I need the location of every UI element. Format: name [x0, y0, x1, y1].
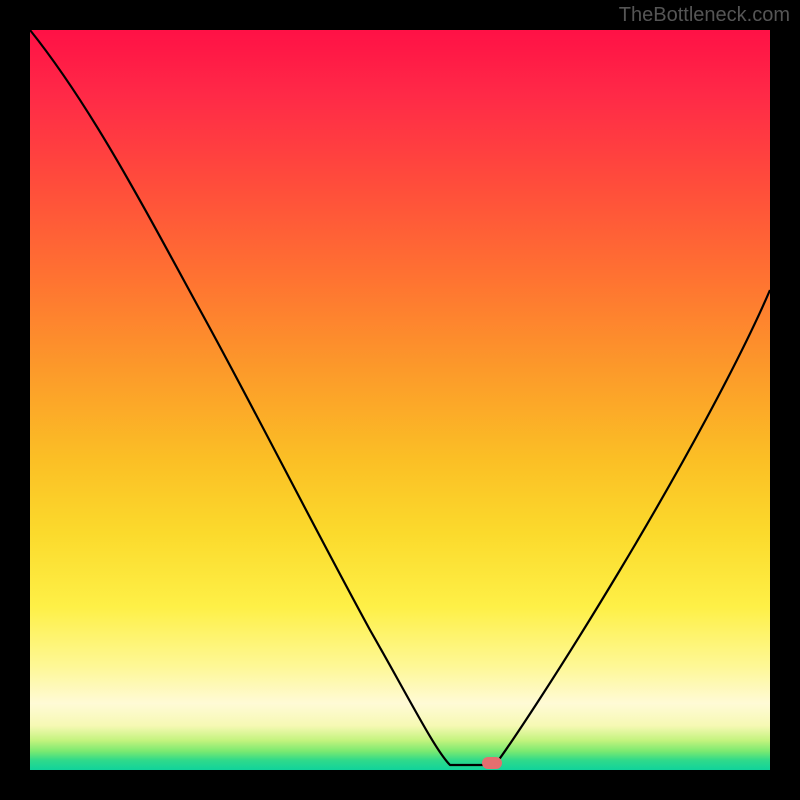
- chart-frame: TheBottleneck.com: [0, 0, 800, 800]
- curve-path: [30, 30, 770, 765]
- watermark-text: TheBottleneck.com: [619, 4, 790, 27]
- bottleneck-curve: [30, 30, 770, 770]
- plot-area: [30, 30, 770, 770]
- optimal-marker: [482, 757, 502, 769]
